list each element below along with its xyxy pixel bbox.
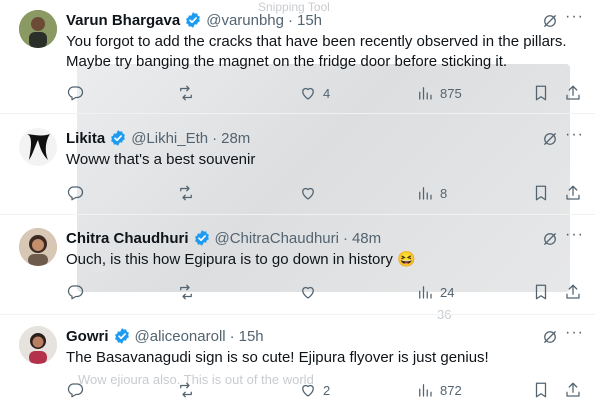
bookmark-button[interactable] — [532, 83, 550, 103]
share-button[interactable] — [564, 282, 582, 302]
display-name[interactable]: Likita — [66, 130, 105, 147]
like-button[interactable]: 2 — [299, 380, 330, 400]
grok-icon[interactable] — [541, 230, 559, 248]
display-name[interactable]: Varun Bhargava — [66, 12, 180, 29]
views-button[interactable]: 875 — [416, 83, 462, 103]
bookmark-icon — [535, 284, 547, 300]
verified-icon — [186, 12, 201, 28]
share-icon — [566, 382, 580, 397]
reply-icon — [67, 186, 84, 201]
verified-icon — [111, 130, 126, 146]
handle[interactable]: @varunbhg — [206, 12, 284, 29]
share-icon — [566, 85, 580, 100]
verified-icon — [114, 328, 129, 344]
more-icon[interactable]: ··· — [565, 127, 583, 146]
views-button[interactable]: 872 — [416, 380, 462, 400]
timestamp[interactable]: 15h — [239, 328, 264, 345]
tweet-4[interactable]: Gowri @aliceonaroll · 15h ··· The Basava… — [0, 314, 595, 405]
grok-icon[interactable] — [541, 12, 559, 30]
separator-dot: · — [342, 229, 348, 247]
bookmark-icon — [535, 85, 547, 101]
bookmark-button[interactable] — [532, 282, 550, 302]
retweet-button[interactable] — [177, 380, 201, 400]
views-button[interactable]: 8 — [416, 183, 447, 203]
like-icon — [302, 187, 314, 200]
reply-button[interactable] — [66, 83, 90, 103]
grok-icon[interactable] — [541, 328, 559, 346]
timestamp[interactable]: 48m — [352, 230, 381, 247]
verified-icon — [194, 230, 209, 246]
share-button[interactable] — [564, 380, 582, 400]
share-button[interactable] — [564, 183, 582, 203]
views-icon — [419, 384, 432, 397]
more-icon[interactable]: ··· — [565, 227, 583, 246]
retweet-button[interactable] — [177, 282, 201, 302]
handle[interactable]: @aliceonaroll — [135, 328, 226, 345]
like-icon — [302, 286, 314, 299]
share-icon — [566, 185, 580, 200]
views-button[interactable]: 24 — [416, 282, 454, 302]
tweet-text: Ouch, is this how Egipura is to go down … — [66, 251, 416, 268]
bookmark-icon — [535, 185, 547, 201]
timestamp[interactable]: 15h — [297, 12, 322, 29]
retweet-button[interactable] — [177, 183, 201, 203]
display-name[interactable]: Gowri — [66, 328, 109, 345]
reply-button[interactable] — [66, 380, 90, 400]
bookmark-button[interactable] — [532, 380, 550, 400]
reply-button[interactable] — [66, 183, 90, 203]
retweet-icon — [180, 85, 192, 101]
views-icon — [419, 187, 432, 200]
retweet-button[interactable] — [177, 83, 201, 103]
grok-icon[interactable] — [541, 130, 559, 148]
like-icon — [302, 87, 314, 100]
avatar[interactable] — [19, 228, 57, 266]
avatar[interactable] — [19, 326, 57, 364]
views-icon — [419, 87, 432, 100]
more-icon[interactable]: ··· — [565, 325, 583, 344]
more-icon[interactable]: ··· — [565, 9, 583, 28]
separator-dot: · — [288, 11, 293, 29]
like-button[interactable] — [299, 183, 323, 203]
display-name[interactable]: Chitra Chaudhuri — [66, 230, 189, 247]
share-button[interactable] — [564, 83, 582, 103]
share-icon — [566, 284, 580, 299]
tweet-2[interactable]: Likita @Likhi_Eth · 28m ··· Woww that's … — [0, 113, 595, 215]
reply-icon — [67, 285, 84, 300]
like-icon — [302, 384, 314, 397]
timestamp[interactable]: 28m — [221, 130, 250, 147]
tweet-text: The Basavanagudi sign is so cute! Ejipur… — [66, 349, 489, 366]
reply-icon — [67, 383, 84, 398]
bookmark-button[interactable] — [532, 183, 550, 203]
tweet-text: You forgot to add the cracks that have b… — [66, 33, 567, 70]
avatar[interactable] — [19, 10, 57, 48]
reply-button[interactable] — [66, 282, 90, 302]
tweet-3[interactable]: Chitra Chaudhuri @ChitraChaudhuri · 48m … — [0, 214, 595, 315]
tweet-text: Woww that's a best souvenir — [66, 151, 256, 168]
like-button[interactable] — [299, 282, 323, 302]
reply-icon — [67, 86, 84, 101]
separator-dot: · — [212, 129, 218, 147]
like-button[interactable]: 4 — [299, 83, 330, 103]
retweet-icon — [180, 284, 192, 300]
tweet-1[interactable]: Varun Bhargava @varunbhg · 15h ··· You f… — [0, 0, 595, 114]
retweet-icon — [180, 382, 192, 398]
avatar[interactable] — [19, 128, 57, 166]
retweet-icon — [180, 185, 192, 201]
bookmark-icon — [535, 382, 547, 398]
handle[interactable]: @ChitraChaudhuri — [215, 230, 339, 247]
views-icon — [419, 286, 432, 299]
handle[interactable]: @Likhi_Eth — [131, 130, 208, 147]
separator-dot: · — [229, 327, 235, 345]
